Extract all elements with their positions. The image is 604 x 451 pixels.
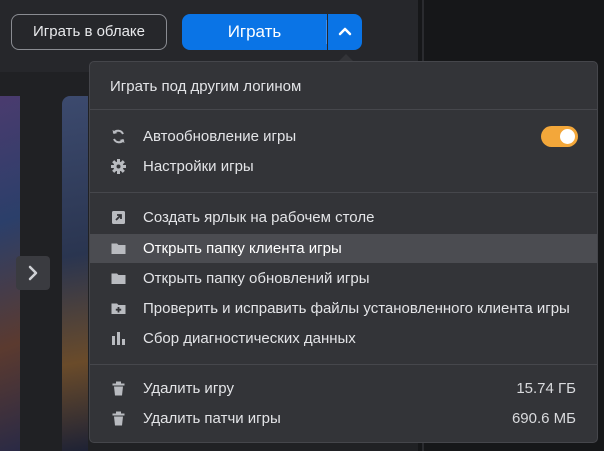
game-size: 15.74 ГБ [516, 380, 576, 397]
carousel-next-button[interactable] [16, 256, 50, 290]
menu-item-verify-files[interactable]: Проверить и исправить файлы установленно… [90, 294, 597, 323]
trash-icon [112, 411, 125, 426]
menu-item-label: Настройки игры [143, 158, 254, 175]
menu-item-switch-login[interactable]: Играть под другим логином [90, 72, 597, 101]
folder-icon [111, 273, 126, 284]
menu-item-open-client-folder[interactable]: Открыть папку клиента игры [90, 234, 597, 263]
menu-item-create-shortcut[interactable]: Создать ярлык на рабочем столе [90, 203, 597, 232]
play-in-cloud-button[interactable]: Играть в облаке [11, 14, 167, 50]
menu-item-label: Проверить и исправить файлы установленно… [143, 300, 570, 317]
menu-item-delete-game[interactable]: Удалить игру 15.74 ГБ [90, 374, 597, 403]
play-options-menu: Играть под другим логином Автообновление… [89, 61, 598, 443]
menu-item-label: Открыть папку обновлений игры [143, 270, 370, 287]
menu-item-auto-update[interactable]: Автообновление игры [90, 122, 597, 151]
menu-item-label: Открыть папку клиента игры [143, 240, 342, 257]
toggle-knob [560, 129, 575, 144]
menu-separator [90, 192, 597, 193]
bar-chart-icon [112, 332, 125, 345]
menu-item-diagnostics[interactable]: Сбор диагностических данных [90, 324, 597, 353]
play-button-divider [326, 20, 327, 44]
menu-item-label: Удалить патчи игры [143, 410, 281, 427]
patches-size: 690.6 МБ [511, 410, 576, 427]
auto-update-toggle[interactable] [541, 126, 578, 147]
chevron-right-icon [28, 265, 38, 281]
menu-item-game-settings[interactable]: Настройки игры [90, 152, 597, 181]
folder-icon [111, 243, 126, 254]
menu-item-label: Создать ярлык на рабочем столе [143, 209, 375, 226]
gear-icon [111, 159, 126, 174]
refresh-icon [112, 129, 125, 144]
menu-separator [90, 364, 597, 365]
menu-item-label: Сбор диагностических данных [143, 330, 356, 347]
menu-item-open-updates-folder[interactable]: Открыть папку обновлений игры [90, 264, 597, 293]
play-options-dropdown-button[interactable] [328, 14, 362, 50]
game-art-card[interactable] [62, 96, 88, 451]
folder-plus-icon [111, 303, 126, 314]
menu-item-label: Автообновление игры [143, 128, 297, 145]
chevron-up-icon [338, 27, 352, 36]
menu-item-delete-patches[interactable]: Удалить патчи игры 690.6 МБ [90, 404, 597, 433]
trash-icon [112, 381, 125, 396]
menu-separator [90, 109, 597, 110]
menu-item-label: Играть под другим логином [110, 78, 302, 95]
shortcut-icon [112, 211, 125, 224]
menu-item-label: Удалить игру [143, 380, 234, 397]
play-button[interactable]: Играть [182, 14, 327, 50]
